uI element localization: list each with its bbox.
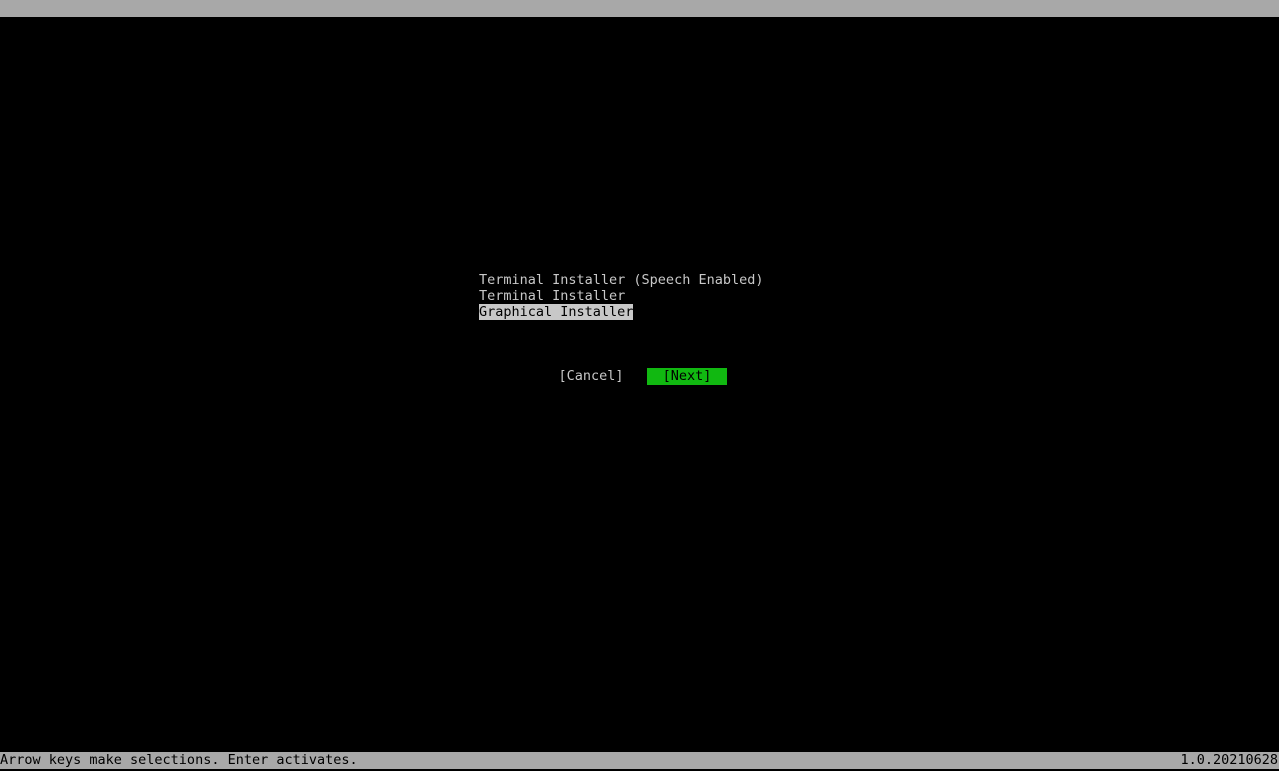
status-bar: Arrow keys make selections. Enter activa…	[0, 752, 1279, 769]
window-title: Select Installation Experience	[525, 17, 770, 33]
option-terminal-installer-speech[interactable]: Terminal Installer (Speech Enabled)	[479, 272, 763, 288]
cancel-button[interactable]: [Cancel]	[558, 368, 624, 385]
option-graphical-installer[interactable]: Graphical Installer	[479, 304, 634, 320]
option-terminal-installer[interactable]: Terminal Installer	[479, 288, 625, 304]
title-bar: Select Installation Experience	[0, 0, 1279, 33]
status-hint: Arrow keys make selections. Enter activa…	[0, 752, 358, 768]
version-label: 1.0.20210628	[1180, 752, 1278, 768]
next-button[interactable]: [Next]	[647, 368, 727, 385]
